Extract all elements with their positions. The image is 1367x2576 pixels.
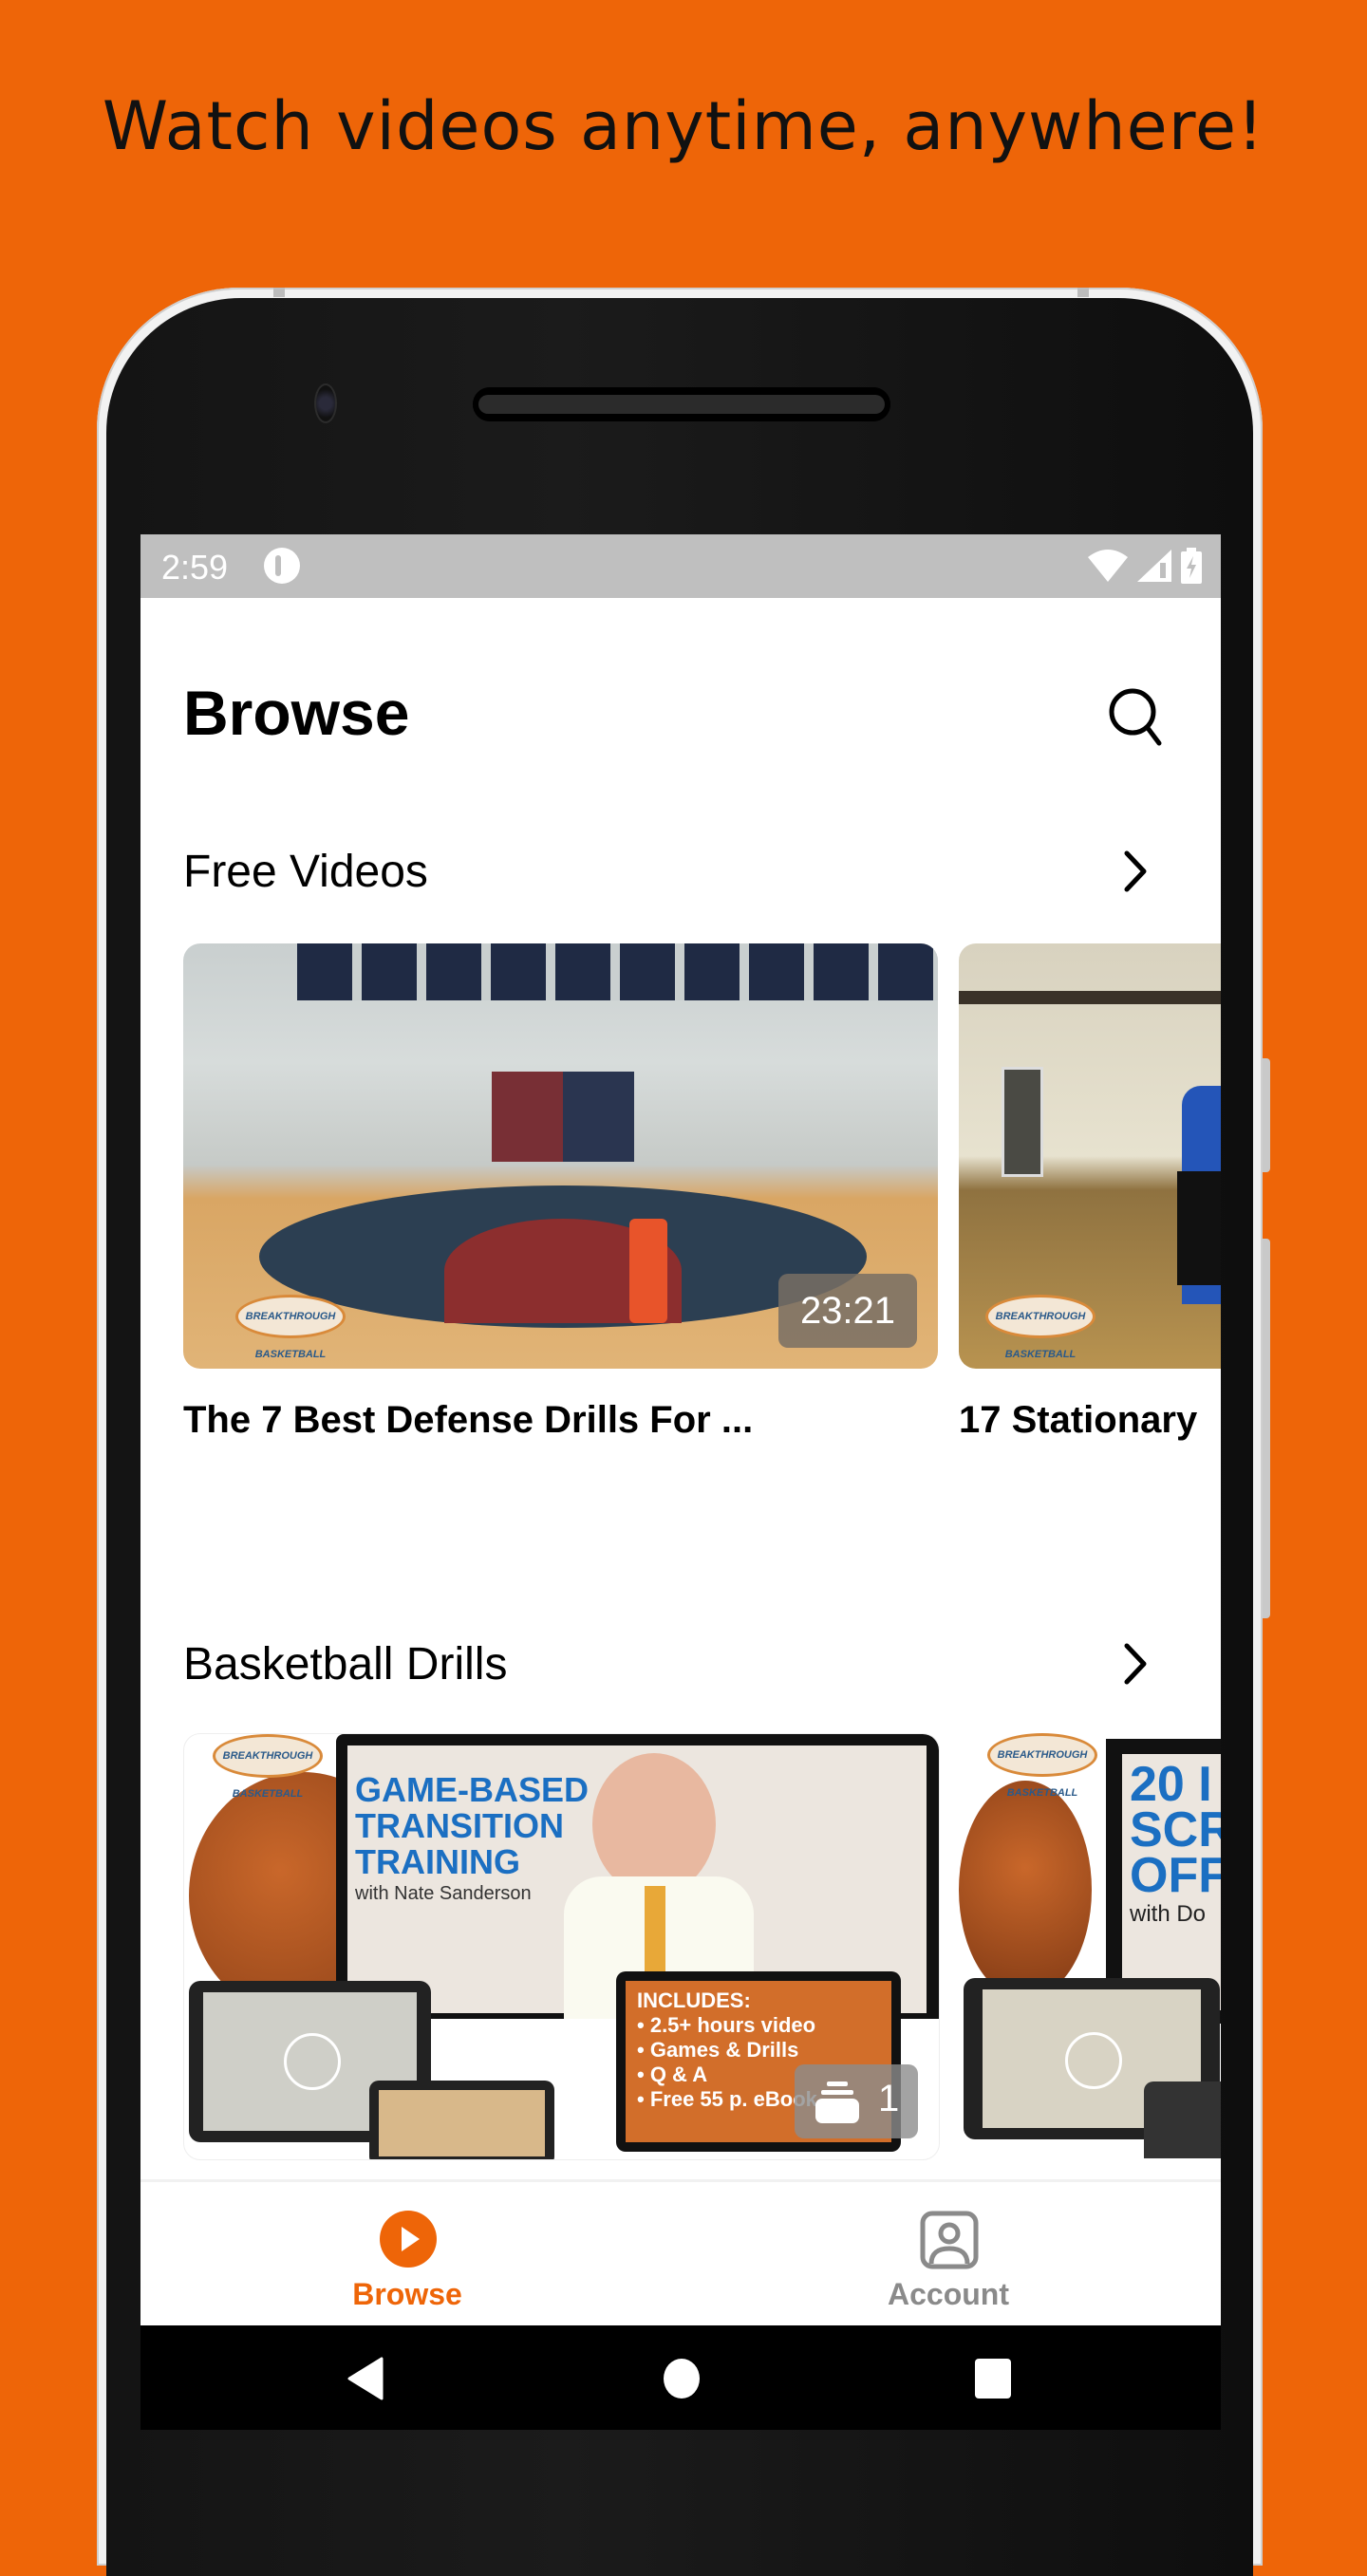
poster-subtitle: with Do (1130, 1901, 1207, 1927)
page-title: Browse (183, 678, 410, 748)
poster-title-line: TRAINING (355, 1842, 520, 1881)
duration-badge: 23:21 (778, 1274, 917, 1348)
account-icon (920, 2211, 979, 2269)
watermark-logo: BREAKTHROUGH BASKETBALL (987, 1733, 1097, 1799)
chevron-right-icon[interactable] (1115, 848, 1153, 895)
poster-title-line: GAME-BASED (355, 1770, 590, 1809)
video-thumbnail[interactable]: BREAKTHROUGH BASKETBALL (959, 943, 1221, 1369)
promo-headline: Watch videos anytime, anywhere! (102, 87, 1265, 165)
video-title: The 7 Best Defense Drills For ... (183, 1399, 754, 1441)
includes-heading: INCLUDES: (637, 1988, 751, 2012)
poster-title-line: 20 I (1130, 1757, 1212, 1812)
phone-speaker (473, 387, 890, 421)
cell-signal-icon (1137, 550, 1171, 582)
video-thumbnail[interactable]: BREAKTHROUGH BASKETBALL 23:21 (183, 943, 938, 1369)
video-card[interactable]: BREAKTHROUGH BASKETBALL 17 Stationary (959, 943, 1221, 1442)
video-title: 17 Stationary (959, 1399, 1198, 1441)
system-nav-bar (140, 2325, 1221, 2430)
recents-icon[interactable] (974, 2358, 1012, 2399)
watermark-logo: BREAKTHROUGH BASKETBALL (235, 1295, 346, 1360)
front-camera (314, 383, 337, 423)
back-icon[interactable] (347, 2357, 384, 2400)
video-count: 1 (878, 2078, 900, 2119)
poster-title-line: TRANSITION (355, 1806, 564, 1845)
watermark-logo: BREAKTHROUGH BASKETBALL (213, 1734, 323, 1800)
video-count-badge: 1 (795, 2064, 918, 2138)
wifi-icon (1088, 550, 1128, 582)
battery-charging-icon (1181, 548, 1202, 584)
search-icon (1109, 688, 1162, 746)
section-header-free-videos[interactable]: Free Videos (183, 838, 1180, 905)
phone-volume-button (1263, 1058, 1270, 1172)
phone-power-button (1263, 1239, 1270, 1618)
phone-screen: 2:59 Browse Free Videos BREAKTHROUGH BAS… (140, 534, 1221, 2430)
course-card[interactable]: GAME-BASED TRANSITION TRAINING with Nate… (183, 1733, 940, 2160)
home-icon[interactable] (663, 2358, 701, 2399)
poster-title-line: OFF (1130, 1848, 1221, 1903)
search-button[interactable] (1104, 684, 1170, 751)
phone-edge-mark (1077, 288, 1089, 297)
phone-edge-mark (273, 288, 285, 297)
app-header: Browse (183, 677, 1180, 762)
includes-item: • Games & Drills (637, 2038, 799, 2062)
tab-browse[interactable]: Browse (265, 2182, 550, 2328)
status-bar: 2:59 (140, 534, 1221, 598)
status-time: 2:59 (161, 548, 229, 587)
video-card[interactable]: BREAKTHROUGH BASKETBALL 23:21 The 7 Best… (183, 943, 938, 1442)
stack-icon (815, 2081, 859, 2123)
course-card[interactable]: 20 I SCR OFF with Do BREAKTHROUGH BASKET… (959, 1733, 1221, 2158)
section-title: Basketball Drills (183, 1639, 508, 1689)
tab-account[interactable]: Account (806, 2182, 1091, 2328)
poster-subtitle: with Nate Sanderson (355, 1883, 532, 1904)
bottom-tab-bar: Browse Account (140, 2179, 1221, 2328)
section-title: Free Videos (183, 847, 428, 897)
watermark-logo: BREAKTHROUGH BASKETBALL (985, 1295, 1095, 1360)
course-thumbnail[interactable]: GAME-BASED TRANSITION TRAINING with Nate… (183, 1733, 940, 2160)
course-thumbnail[interactable]: 20 I SCR OFF with Do BREAKTHROUGH BASKET… (959, 1733, 1221, 2158)
app-notification-icon (264, 548, 300, 584)
includes-item: • 2.5+ hours video (637, 2013, 816, 2037)
chevron-right-icon[interactable] (1115, 1640, 1153, 1688)
poster-title-line: SCR (1130, 1802, 1221, 1857)
tab-label: Browse (352, 2277, 462, 2311)
tab-label: Account (888, 2277, 1009, 2311)
play-circle-icon (380, 2211, 437, 2268)
section-header-basketball-drills[interactable]: Basketball Drills (183, 1631, 1180, 1697)
